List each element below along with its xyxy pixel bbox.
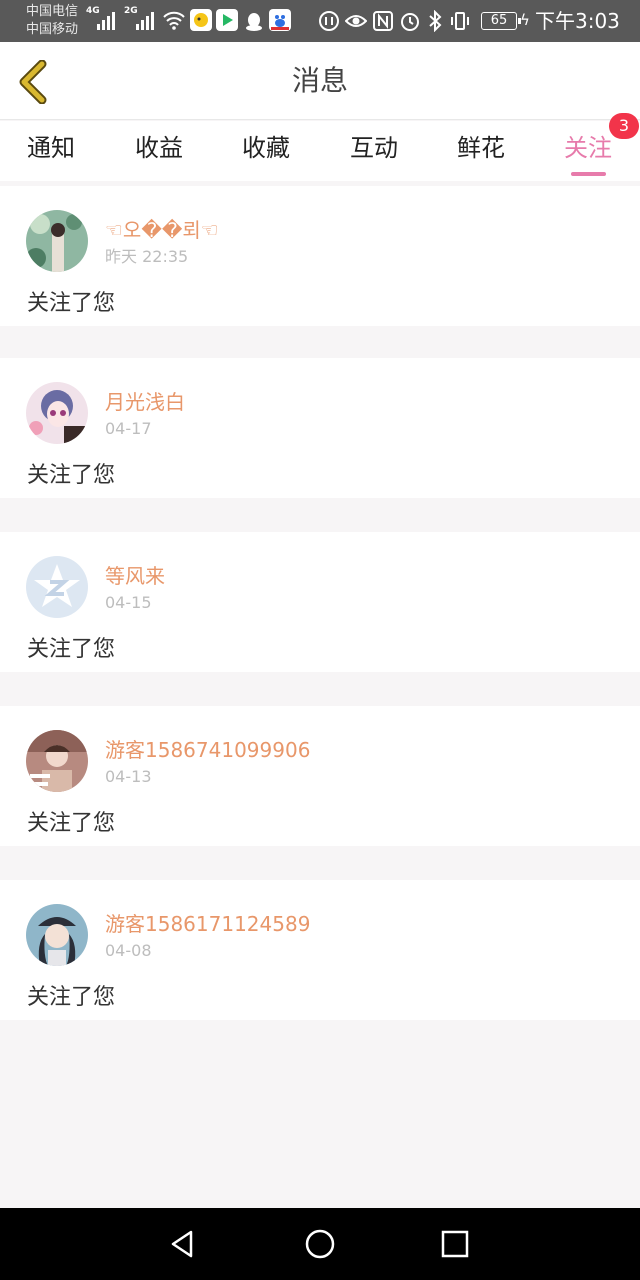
message-text: 关注了您 [27,637,116,662]
battery-icon: 65 [481,12,521,30]
user-name[interactable]: ☜오��뢰☜ [105,218,219,242]
recents-square-icon[interactable] [437,1226,473,1262]
video-app-icon [216,9,238,31]
tab-bar: 通知 收益 收藏 互动 鲜花 关注 [0,121,640,181]
message-item[interactable]: 游客1586171124589 04-08 关注了您 [0,880,640,1020]
page-title: 消息 [291,64,348,97]
message-text: 关注了您 [27,985,116,1010]
message-time: 04-17 [105,419,152,438]
carrier-2: 中国移动 [26,22,79,37]
status-time: 下午3:03 [535,9,620,33]
qq-icon [246,13,262,31]
tab-flowers[interactable]: 鲜花 [441,133,521,163]
user-name[interactable]: 月光浅白 [105,390,185,414]
header: 消息 [0,42,640,120]
signal-icon-1 [97,10,115,30]
message-item[interactable]: ☜오��뢰☜ 昨天 22:35 关注了您 [0,186,640,326]
back-triangle-icon[interactable] [165,1226,201,1262]
carrier-1: 中国电信 [26,4,79,19]
message-text: 关注了您 [27,811,116,836]
message-time: 04-13 [105,767,152,786]
unread-badge: 3 [609,113,639,139]
avatar[interactable] [26,904,88,966]
message-time: 04-08 [105,941,152,960]
user-name[interactable]: 游客1586741099906 [105,738,310,762]
active-tab-indicator [571,172,606,176]
user-name[interactable]: 游客1586171124589 [105,912,310,936]
carrier-info: 中国电信 中国移动 [26,3,78,39]
avatar[interactable] [26,556,88,618]
eye-comfort-icon [345,15,367,27]
nfc-icon [373,11,393,31]
status-bar: 中国电信 中国移动 4G 2G 65 ϟ 下午3:03 [0,0,640,42]
message-item[interactable]: 游客1586741099906 04-13 关注了您 [0,706,640,846]
tab-notifications[interactable]: 通知 [11,133,91,163]
wifi-icon [163,11,185,30]
data-saver-icon [319,11,339,31]
avatar[interactable] [26,730,88,792]
user-name[interactable]: 等风来 [105,564,165,588]
tab-interactions[interactable]: 互动 [334,133,414,163]
tab-earnings[interactable]: 收益 [119,133,199,163]
alarm-icon [401,13,419,31]
signal-icon-2 [136,10,154,30]
message-item[interactable]: 等风来 04-15 关注了您 [0,532,640,672]
message-text: 关注了您 [27,463,116,488]
bluetooth-icon [429,10,442,32]
app-notification-icon [190,9,212,31]
home-circle-icon[interactable] [302,1226,338,1262]
baidu-app-icon [269,9,291,31]
message-text: 关注了您 [27,291,116,316]
message-time: 昨天 22:35 [105,247,189,266]
tab-favorites[interactable]: 收藏 [226,133,306,163]
avatar[interactable] [26,382,88,444]
message-time: 04-15 [105,593,152,612]
vibrate-icon [451,12,469,30]
system-navigation-bar [0,1208,640,1280]
avatar[interactable] [26,210,88,272]
charging-icon: ϟ [520,11,530,29]
message-item[interactable]: 月光浅白 04-17 关注了您 [0,358,640,498]
